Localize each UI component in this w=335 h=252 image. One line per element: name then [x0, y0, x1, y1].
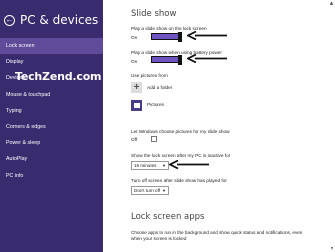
- inactive-label: Show the lock screen after my PC is inac…: [131, 153, 231, 158]
- choose-pictures-toggle[interactable]: [151, 136, 157, 142]
- sidebar-item-lock-screen[interactable]: Lock screen: [0, 38, 103, 55]
- inactive-dropdown-value: 15 minutes: [134, 163, 157, 168]
- watermark: TechZend.com: [15, 70, 102, 83]
- lock-slideshow-toggle[interactable]: [151, 32, 182, 42]
- sidebar-item-pc-info[interactable]: PC info: [0, 168, 103, 184]
- sidebar-item-display[interactable]: Display: [0, 54, 103, 70]
- picture-icon: [133, 103, 140, 108]
- toggle-thumb: [178, 32, 182, 42]
- annotation-arrow-icon: [169, 160, 209, 169]
- battery-slideshow-toggle[interactable]: [151, 55, 182, 65]
- choose-pictures-state: Off: [131, 137, 138, 142]
- sidebar-header: ← PC & devices: [4, 13, 98, 27]
- add-folder-label[interactable]: Add a folder: [147, 85, 172, 90]
- scroll-up-icon[interactable]: [330, 2, 333, 5]
- sidebar-nav: Lock screen Display Devices Mouse & touc…: [0, 38, 103, 184]
- back-arrow-icon[interactable]: ←: [4, 14, 15, 26]
- sidebar-item-corners-edges[interactable]: Corners & edges: [0, 119, 103, 135]
- turnoff-label: Turn off screen after slide show has pla…: [131, 178, 227, 183]
- scroll-down-icon[interactable]: [331, 247, 333, 250]
- slide-show-heading: Slide show: [131, 9, 177, 19]
- use-pictures-label: Use pictures from: [131, 73, 168, 78]
- sidebar-item-typing[interactable]: Typing: [0, 103, 103, 119]
- main-content: Slide show Play a slide show on the lock…: [103, 0, 335, 252]
- add-folder-tile[interactable]: +: [131, 82, 142, 93]
- battery-slideshow-state: On: [131, 59, 138, 64]
- annotation-arrow-icon: [187, 31, 227, 40]
- toggle-thumb: [178, 55, 182, 65]
- lock-screen-apps-heading: Lock screen apps: [131, 212, 205, 222]
- sidebar-item-mouse-touchpad[interactable]: Mouse & touchpad: [0, 87, 103, 103]
- pictures-label[interactable]: Pictures: [147, 102, 164, 107]
- turnoff-dropdown[interactable]: Don't turn off ▼: [131, 186, 169, 195]
- plus-icon: +: [133, 81, 140, 93]
- sidebar-item-autoplay[interactable]: AutoPlay: [0, 151, 103, 167]
- lock-apps-description-line1: Choose apps to run in the background and…: [131, 230, 303, 235]
- lock-apps-description-line2: when your screen is locked: [131, 236, 187, 241]
- sidebar-item-power-sleep[interactable]: Power & sleep: [0, 135, 103, 151]
- sidebar-title: PC & devices: [20, 13, 99, 27]
- lock-slideshow-state: On: [131, 35, 138, 40]
- chevron-down-icon: ▼: [162, 163, 166, 168]
- chevron-down-icon: ▼: [162, 188, 166, 193]
- sidebar: ← PC & devices Lock screen Display Devic…: [0, 0, 103, 252]
- inactive-dropdown[interactable]: 15 minutes ▼: [131, 161, 169, 170]
- choose-pictures-label: Let Windows choose pictures for my slide…: [131, 129, 230, 134]
- pictures-tile[interactable]: [131, 100, 142, 111]
- annotation-arrow-icon: [187, 54, 227, 63]
- turnoff-dropdown-value: Don't turn off: [134, 188, 161, 193]
